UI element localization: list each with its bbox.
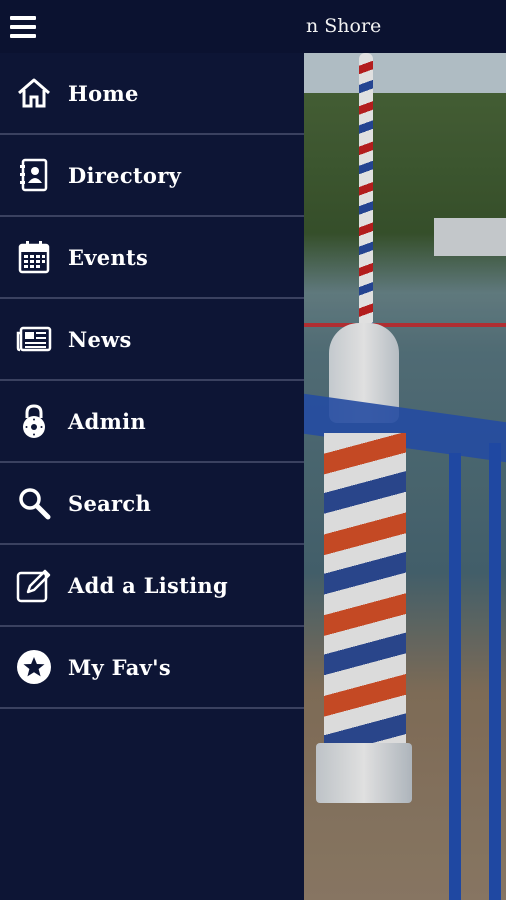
lock-icon: [16, 403, 52, 439]
star-icon: [16, 649, 52, 685]
hamburger-menu-icon[interactable]: [10, 12, 42, 42]
nav-item-events[interactable]: Events: [0, 217, 304, 299]
home-icon: [16, 75, 52, 111]
nav-item-add-listing[interactable]: Add a Listing: [0, 545, 304, 627]
nav-label: Admin: [68, 408, 146, 434]
search-icon: [16, 485, 52, 521]
nav-label: Events: [68, 244, 149, 270]
nav-label: Search: [68, 490, 152, 516]
background-photo: [304, 53, 506, 900]
nav-item-news[interactable]: News: [0, 299, 304, 381]
navigation-drawer: Home Directory Events News Admin Search: [0, 53, 304, 900]
directory-icon: [16, 157, 52, 193]
nav-label: News: [68, 326, 132, 352]
nav-label: My Fav's: [68, 654, 171, 680]
newspaper-icon: [16, 321, 52, 357]
nav-item-search[interactable]: Search: [0, 463, 304, 545]
edit-icon: [16, 567, 52, 603]
photo-shade: [304, 53, 506, 900]
app-title: n Shore: [306, 15, 382, 37]
nav-label: Add a Listing: [68, 572, 228, 598]
nav-item-home[interactable]: Home: [0, 53, 304, 135]
calendar-icon: [16, 239, 52, 275]
top-app-bar: n Shore: [0, 0, 506, 53]
nav-item-admin[interactable]: Admin: [0, 381, 304, 463]
nav-label: Directory: [68, 162, 182, 188]
nav-item-directory[interactable]: Directory: [0, 135, 304, 217]
nav-label: Home: [68, 80, 139, 106]
nav-item-favorites[interactable]: My Fav's: [0, 627, 304, 709]
